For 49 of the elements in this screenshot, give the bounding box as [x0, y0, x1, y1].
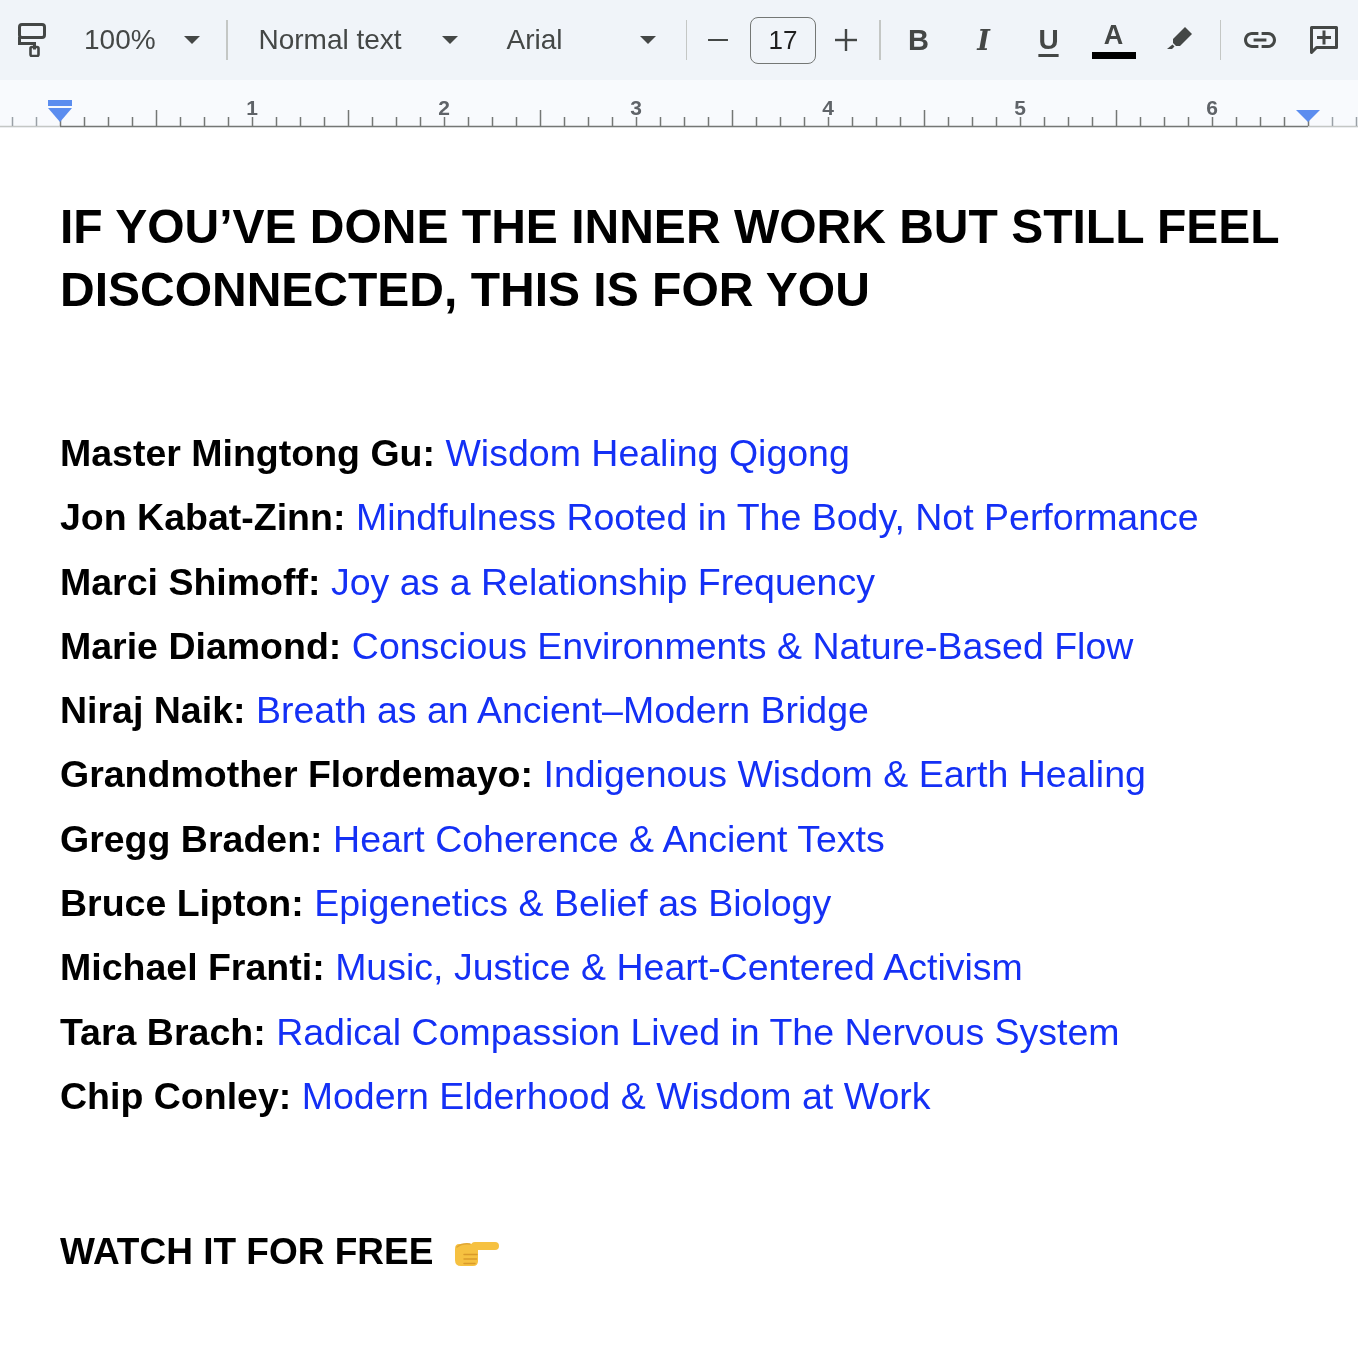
session-link[interactable]: Indigenous Wisdom & Earth Healing	[543, 753, 1146, 796]
ruler-number: 3	[630, 97, 642, 118]
add-comment-icon	[1308, 24, 1340, 56]
session-link[interactable]: Modern Elderhood & Wisdom at Work	[301, 1074, 931, 1117]
speaker-name: Bruce Lipton:	[60, 882, 304, 925]
ruler-number: 5	[1014, 97, 1026, 118]
session-link[interactable]: Joy as a Relationship Frequency	[330, 560, 875, 603]
pointing-hand-icon	[453, 1239, 500, 1268]
call-to-action-heading: WATCH IT FOR FREE	[60, 1231, 434, 1273]
speaker-name: Master Mingtong Gu:	[60, 432, 435, 474]
font-select[interactable]: Arial	[492, 16, 668, 64]
bold-button[interactable]: B	[893, 16, 944, 64]
session-link[interactable]: Heart Coherence & Ancient Texts	[333, 817, 885, 860]
caret-down-icon	[441, 36, 458, 44]
speaker-name: Chip Conley:	[60, 1074, 292, 1117]
speaker-name: Jon Kabat-Zinn:	[60, 496, 346, 539]
plus-icon	[835, 29, 857, 51]
ruler-number: 1	[246, 97, 258, 118]
link-icon	[1244, 32, 1276, 48]
indent-marker-icon[interactable]	[48, 100, 72, 122]
session-link[interactable]: Music, Justice & Heart-Centered Activism	[335, 946, 1023, 989]
speaker-name: Tara Brach:	[60, 1010, 266, 1053]
caret-down-icon	[639, 36, 656, 44]
font-size-field[interactable]: 17	[750, 16, 816, 64]
caret-down-icon	[184, 36, 200, 44]
document-title: IF YOU’VE DONE THE INNER WORK BUT STILL FEEL DISCONNECTED, THIS IS FOR YOU	[60, 199, 1280, 318]
ruler-number: 4	[822, 97, 834, 118]
paint-roller-icon	[18, 23, 46, 57]
speaker-name: Marie Diamond:	[60, 624, 342, 667]
session-link[interactable]: Epigenetics & Belief as Biology	[314, 882, 832, 925]
session-link[interactable]: Radical Compassion Lived in The Nervous System	[276, 1010, 1120, 1053]
zoom-select[interactable]: 100%	[70, 16, 212, 64]
ruler-number: 2	[438, 97, 450, 118]
session-link[interactable]: Mindfulness Rooted in The Body, Not Performance	[355, 496, 1199, 539]
minus-icon	[708, 38, 728, 42]
speaker-name: Grandmother Flordemayo:	[60, 753, 533, 796]
session-link[interactable]: Wisdom Healing Qigong	[445, 432, 850, 474]
speaker-name: Gregg Braden:	[60, 817, 323, 860]
margin-marker-icon[interactable]	[1296, 110, 1320, 122]
text-color-button[interactable]: A	[1088, 16, 1139, 64]
underline-button[interactable]: U	[1023, 16, 1074, 64]
speaker-name: Michael Franti:	[60, 946, 325, 989]
speaker-name: Niraj Naik:	[60, 689, 246, 732]
speaker-name: Marci Shimoff:	[60, 560, 321, 603]
ruler-number: 6	[1206, 97, 1218, 118]
session-link[interactable]: Conscious Environments & Nature-Based Flow	[351, 624, 1134, 667]
paragraph-style-select[interactable]: Normal text	[244, 16, 468, 64]
italic-button[interactable]: I	[958, 16, 1009, 64]
session-link[interactable]: Breath as an Ancient–Modern Bridge	[256, 689, 869, 732]
